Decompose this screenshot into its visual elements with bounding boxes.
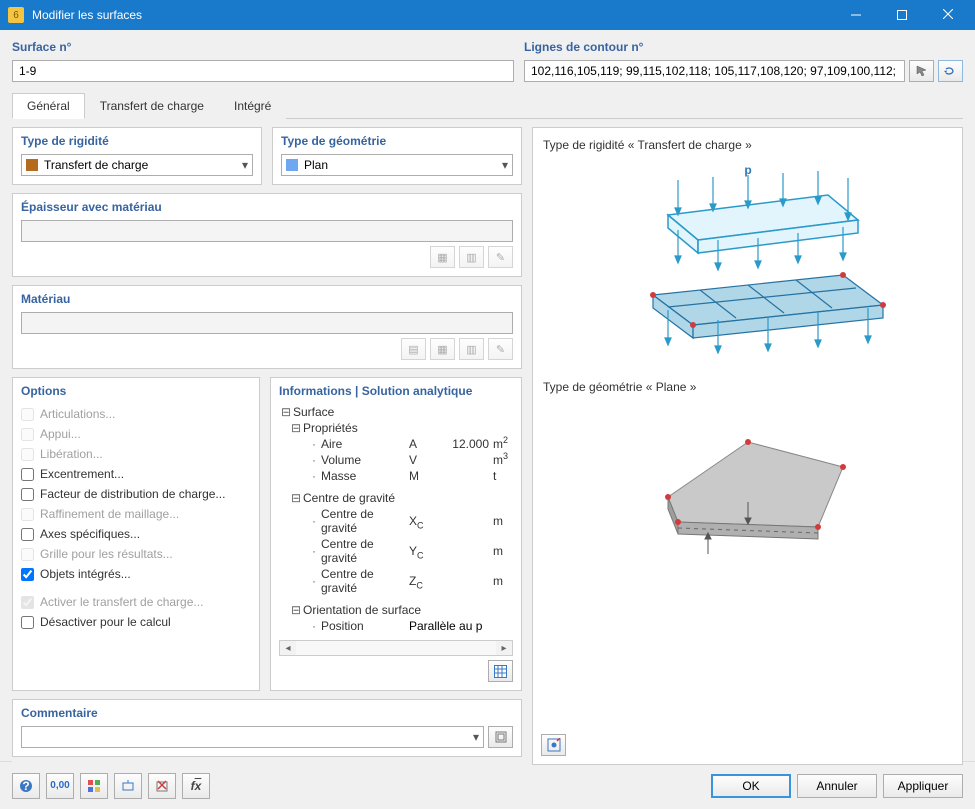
comment-heading: Commentaire: [21, 706, 513, 720]
dialog-footer: ? 0,00 fx OK Annuler Appliquer: [0, 761, 975, 809]
stiffness-heading: Type de rigidité: [21, 134, 253, 148]
thickness-lib-button: ▥: [459, 246, 484, 268]
info-properties: Propriétés: [303, 421, 513, 435]
info-surface: Surface: [293, 405, 513, 419]
apply-button[interactable]: Appliquer: [883, 774, 963, 798]
option-integrated[interactable]: Objets intégrés...: [21, 564, 251, 584]
load-label: p: [744, 163, 751, 177]
tree-scroll: ◂ ▸: [279, 640, 513, 656]
minimize-button[interactable]: [833, 0, 879, 30]
option-deactivate-calc[interactable]: Désactiver pour le calcul: [21, 612, 251, 632]
option-grid: Grille pour les résultats...: [21, 544, 251, 564]
geometry-heading: Type de géométrie: [281, 134, 513, 148]
tab-integrated[interactable]: Intégré: [219, 93, 286, 119]
scroll-left-button[interactable]: ◂: [280, 641, 296, 655]
option-eccentricity[interactable]: Excentrement...: [21, 464, 251, 484]
view-button[interactable]: [114, 773, 142, 799]
option-release: Libération...: [21, 444, 251, 464]
scroll-right-button[interactable]: ▸: [496, 641, 512, 655]
contour-lines-label: Lignes de contour n°: [524, 40, 963, 54]
loop-select-button[interactable]: [938, 60, 963, 82]
thickness-new-button: ▦: [430, 246, 455, 268]
material-edit-button: ✎: [488, 338, 513, 360]
material-new-button: ▦: [430, 338, 455, 360]
window-title: Modifier les surfaces: [32, 8, 833, 22]
thickness-heading: Épaisseur avec matériau: [21, 200, 513, 214]
tab-bar: Général Transfert de charge Intégré: [12, 92, 963, 119]
thickness-input: [21, 220, 513, 242]
option-meshrefinement: Raffinement de maillage...: [21, 504, 251, 524]
pick-tool-button[interactable]: [909, 60, 934, 82]
surface-no-label: Surface n°: [12, 40, 514, 54]
option-hinges: Articulations...: [21, 404, 251, 424]
option-activate-transfer: Activer le transfert de charge...: [21, 592, 251, 612]
info-heading: Informations | Solution analytique: [279, 384, 513, 398]
info-orientation: Orientation de surface: [303, 603, 513, 617]
info-cog: Centre de gravité: [303, 491, 513, 505]
stiffness-value: Transfert de charge: [44, 158, 148, 172]
titlebar: 6 Modifier les surfaces: [0, 0, 975, 30]
help-button[interactable]: ?: [12, 773, 40, 799]
comment-edit-button[interactable]: [488, 726, 513, 748]
units-button[interactable]: 0,00: [46, 773, 74, 799]
function-button[interactable]: fx: [182, 773, 210, 799]
chevron-down-icon: ▾: [502, 158, 508, 172]
geometry-value: Plan: [304, 158, 328, 172]
preview-options-button[interactable]: [541, 734, 566, 756]
material-library-button: ▤: [401, 338, 426, 360]
geometry-select[interactable]: Plan ▾: [281, 154, 513, 176]
options-heading: Options: [21, 384, 251, 398]
stiffness-swatch: [26, 159, 38, 171]
color-button[interactable]: [80, 773, 108, 799]
info-table-button[interactable]: [488, 660, 513, 682]
svg-text:?: ?: [22, 779, 29, 793]
surface-no-input[interactable]: [12, 60, 514, 82]
tab-transfer[interactable]: Transfert de charge: [85, 93, 219, 119]
preview-heading-1: Type de rigidité « Transfert de charge »: [543, 138, 952, 152]
material-pick-button: ▥: [459, 338, 484, 360]
chevron-down-icon: ▾: [473, 730, 479, 744]
ok-button[interactable]: OK: [711, 774, 791, 798]
maximize-button[interactable]: [879, 0, 925, 30]
preview-plane: [543, 402, 952, 572]
cancel-button[interactable]: Annuler: [797, 774, 877, 798]
option-support: Appui...: [21, 424, 251, 444]
app-icon: 6: [8, 7, 24, 23]
delete-button[interactable]: [148, 773, 176, 799]
stiffness-select[interactable]: Transfert de charge ▾: [21, 154, 253, 176]
chevron-down-icon: ▾: [242, 158, 248, 172]
option-axes[interactable]: Axes spécifiques...: [21, 524, 251, 544]
comment-select[interactable]: ▾: [21, 726, 484, 748]
thickness-edit-button: ✎: [488, 246, 513, 268]
material-heading: Matériau: [21, 292, 513, 306]
preview-load-transfer: p: [543, 160, 952, 360]
option-distribution[interactable]: Facteur de distribution de charge...: [21, 484, 251, 504]
contour-lines-input[interactable]: [524, 60, 905, 82]
tab-general[interactable]: Général: [12, 93, 85, 119]
preview-heading-2: Type de géométrie « Plane »: [543, 380, 952, 394]
close-button[interactable]: [925, 0, 971, 30]
geometry-swatch: [286, 159, 298, 171]
material-input: [21, 312, 513, 334]
